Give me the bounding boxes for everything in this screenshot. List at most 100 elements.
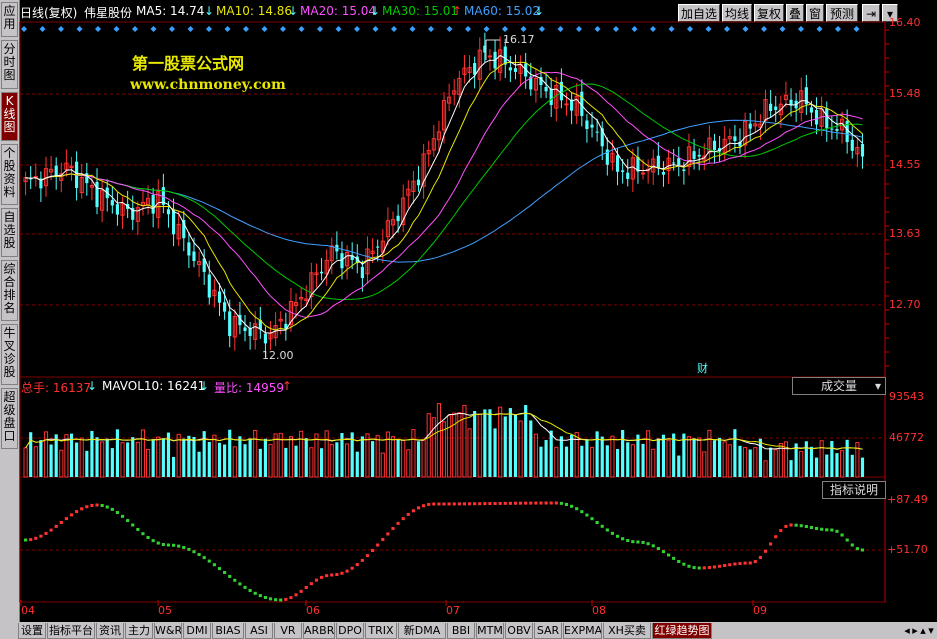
indicator-tab-4[interactable]: W&R (154, 623, 182, 639)
trend-dot-green (105, 505, 109, 509)
volume-bar-down (85, 450, 89, 477)
event-diamond-icon (150, 26, 157, 32)
chevron-down-icon: ▾ (874, 379, 881, 393)
trend-dot-green (182, 545, 186, 549)
volume-bar-down (559, 436, 563, 477)
volume-bar-up (839, 450, 845, 478)
volume-bar-down (789, 460, 793, 477)
indicator-tab-9[interactable]: ARBR (303, 623, 335, 639)
volume-bar-up (140, 429, 146, 478)
trend-dot-red (733, 562, 737, 566)
indicator-tab-16[interactable]: SAR (534, 623, 562, 639)
kline-chart[interactable] (0, 0, 937, 622)
indicator-tab-12[interactable]: 新DMA (398, 623, 446, 639)
event-diamond-icon (113, 26, 120, 32)
trend-dot-green (809, 526, 814, 529)
trend-dot-red (386, 532, 390, 536)
trend-dot-red (75, 510, 79, 514)
price-tick-label: 16.40 (889, 16, 921, 29)
indicator-tab-0[interactable]: 设置 (18, 623, 46, 639)
volume-bar-down (95, 437, 99, 477)
trend-dot-red (360, 558, 364, 562)
event-diamond-icon (576, 26, 582, 32)
indicator-tab-13[interactable]: BBI (447, 623, 475, 639)
price-tick-label: 12.70 (889, 298, 921, 311)
trend-dot-red (319, 575, 324, 579)
candle-body-down (692, 151, 696, 159)
candle-body-down (192, 251, 196, 261)
volume-bar-up (498, 406, 503, 478)
trend-dot-green (615, 534, 620, 538)
volume-bar-down (636, 434, 640, 477)
volume-bar-up (23, 447, 28, 478)
trend-dot-red (314, 578, 319, 582)
trend-dot-red (488, 502, 492, 506)
trend-dot-red (774, 535, 778, 539)
volume-bar-up (666, 439, 671, 478)
indicator-tab-6[interactable]: BIAS (212, 623, 244, 639)
indicator-tab-11[interactable]: TRIX (365, 623, 397, 639)
volume-bar-down (692, 438, 696, 477)
volume-bar-down (483, 409, 487, 477)
volume-bar-down (513, 414, 518, 477)
trend-dot-green (677, 560, 681, 563)
candle-body-down (677, 158, 681, 165)
indicator-tab-10[interactable]: DPO (336, 623, 364, 639)
candle-body-down (626, 172, 630, 179)
volume-bar-down (396, 439, 400, 477)
trend-dot-green (564, 502, 569, 506)
volume-bar-down (416, 441, 421, 477)
trend-dot-green (820, 527, 824, 531)
volume-bar-down (126, 442, 130, 477)
volume-bar-up (411, 429, 416, 478)
trend-dot-red (289, 596, 293, 600)
indicator-tick-label: +51.70 (887, 543, 928, 556)
trend-dot-green (656, 547, 660, 550)
volume-bar-up (156, 436, 161, 478)
trend-dot-green (570, 504, 574, 508)
volume-bar-up (702, 451, 707, 478)
trend-dot-red (396, 521, 400, 525)
indicator-tab-2[interactable]: 资讯 (96, 623, 124, 639)
trend-dot-red (54, 524, 58, 528)
volume-bar-down (54, 434, 58, 477)
trend-dot-red (44, 531, 48, 535)
indicator-tab-18[interactable]: XH买卖 (603, 623, 651, 639)
volume-bar-down (228, 429, 232, 477)
indicator-tab-15[interactable]: OBV (505, 623, 533, 639)
candle-body-down (590, 124, 594, 128)
volume-bar-up (421, 439, 426, 478)
volume-bar-up (610, 435, 615, 478)
trend-dot-green (146, 535, 150, 539)
indicator-tab-7[interactable]: ASI (245, 623, 273, 639)
trend-dot-red (411, 509, 415, 513)
trend-dot-red (743, 561, 747, 565)
indicator-tab-19[interactable]: 红绿趋势图 (652, 623, 712, 639)
indicator-tab-17[interactable]: EXPMA (563, 623, 602, 639)
indicator-tab-1[interactable]: 指标平台 (47, 623, 95, 639)
event-diamond-icon (539, 26, 545, 32)
indicator-tab-14[interactable]: MTM (476, 623, 504, 639)
volume-indicator-select[interactable]: 成交量 ▾ (792, 377, 886, 395)
volume-bar-down (641, 443, 645, 477)
candle-body-down (166, 209, 171, 215)
trend-dot-green (666, 553, 671, 557)
trend-dot-red (69, 513, 74, 517)
trend-dot-red (529, 501, 533, 505)
volume-bar-up (43, 431, 49, 478)
tab-nav-icon-0[interactable]: ◂ (903, 623, 911, 639)
volume-bar-down (605, 445, 609, 477)
tab-nav-icon-3[interactable]: ▾ (927, 623, 935, 639)
volume-bar-down (825, 454, 829, 477)
indicator-tab-8[interactable]: VR (274, 623, 302, 639)
indicator-tab-3[interactable]: 主力 (125, 623, 153, 639)
indicator-explain-button[interactable]: 指标说明 (822, 481, 886, 499)
tab-nav-icon-1[interactable]: ▸ (911, 623, 919, 639)
volume-bar-down (319, 448, 324, 477)
tab-nav-icon-2[interactable]: ▴ (919, 623, 927, 639)
indicator-tab-5[interactable]: DMI (183, 623, 211, 639)
trend-dot-red (376, 543, 380, 547)
event-diamond-icon (446, 26, 453, 32)
trend-dot-green (855, 547, 859, 551)
volume-bar-down (202, 431, 206, 477)
